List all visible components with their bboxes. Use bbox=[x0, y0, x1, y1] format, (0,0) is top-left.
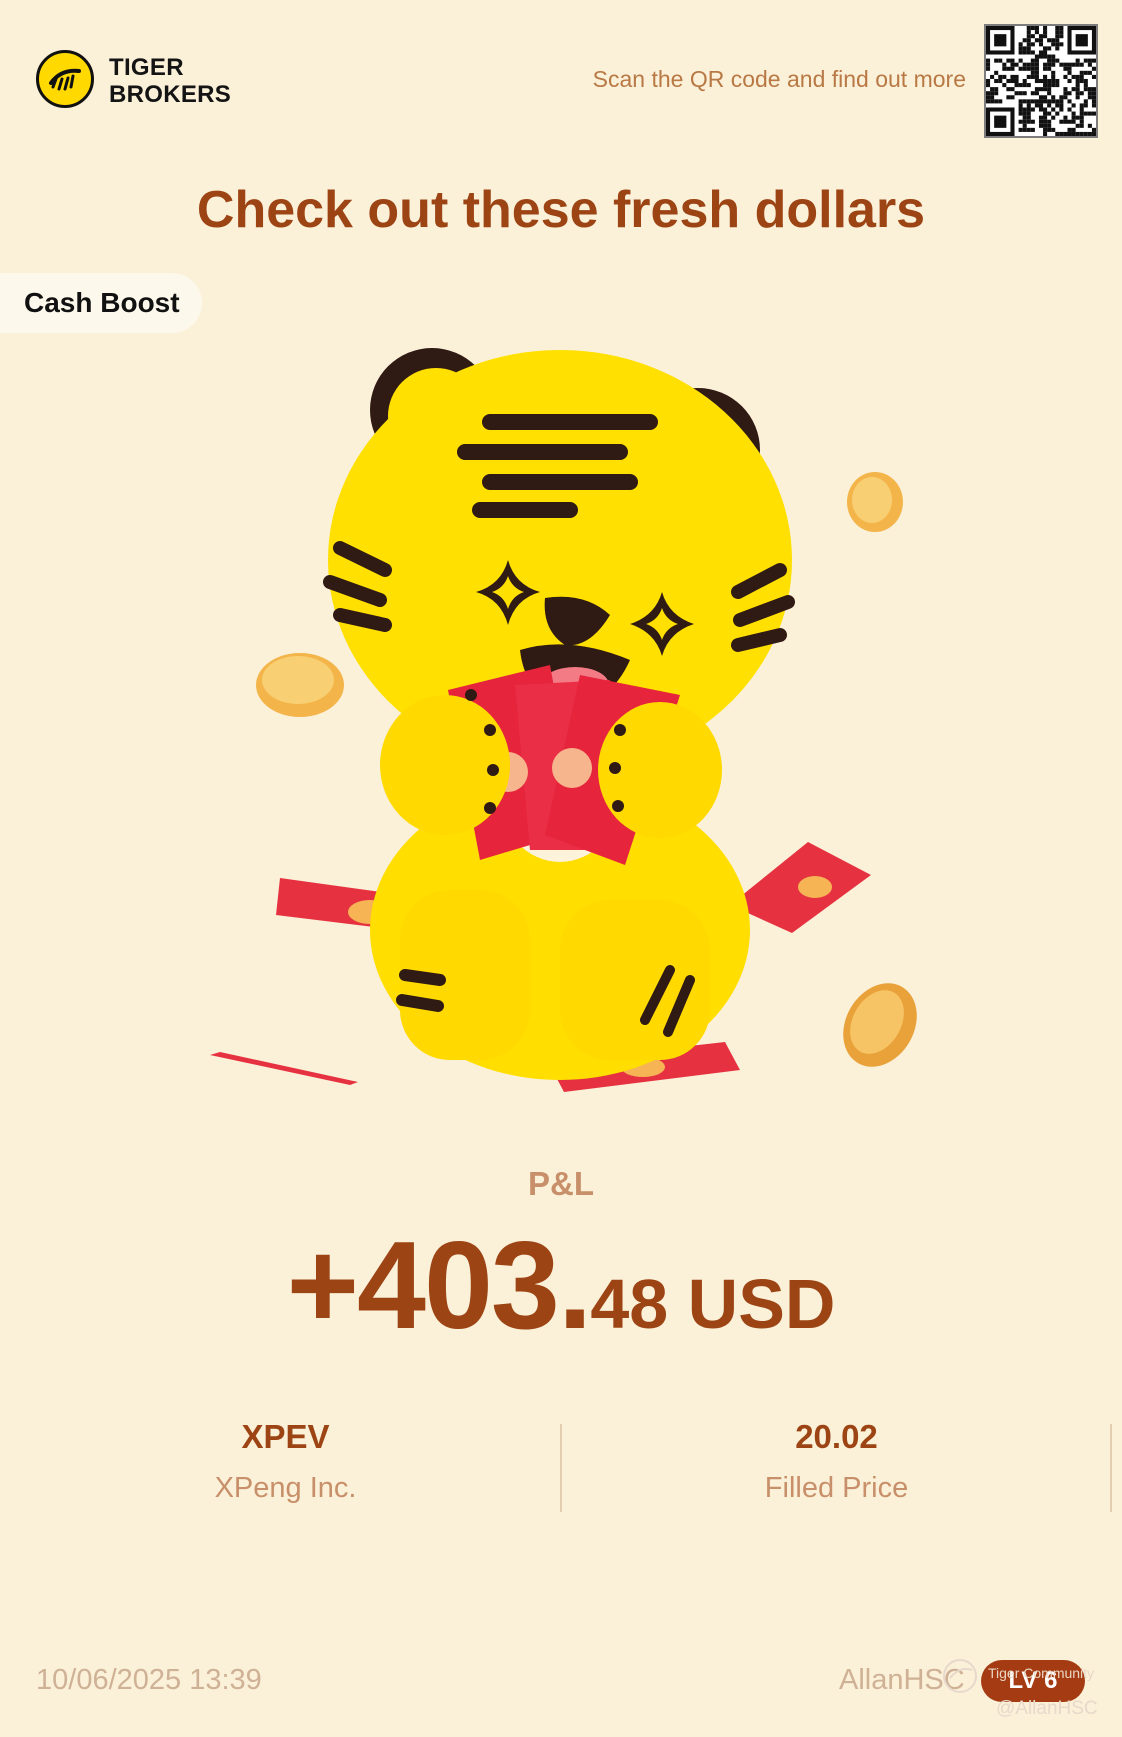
watermark-community: Tiger Community bbox=[988, 1665, 1095, 1681]
brand-name: TIGER BROKERS bbox=[109, 54, 231, 108]
watermark-handle: @AllanHSC bbox=[996, 1698, 1098, 1719]
stock-info: XPEV XPeng Inc. bbox=[5, 1418, 566, 1505]
filled-price-value: 20.02 bbox=[795, 1418, 878, 1455]
column-divider bbox=[1110, 1424, 1112, 1512]
headline: Check out these fresh dollars bbox=[196, 181, 926, 239]
pl-amount: +403.48 USD bbox=[0, 1224, 1122, 1348]
stock-name: XPeng Inc. bbox=[214, 1472, 357, 1504]
filled-price-label: Filled Price bbox=[764, 1472, 909, 1504]
timestamp: 10/06/2025 13:39 bbox=[36, 1664, 262, 1696]
qr-code[interactable] bbox=[984, 24, 1098, 138]
stock-ticker: XPEV bbox=[241, 1418, 330, 1455]
scan-qr-text: Scan the QR code and find out more bbox=[592, 66, 966, 92]
cash-boost-tag: Cash Boost bbox=[0, 273, 202, 333]
price-info: 20.02 Filled Price bbox=[556, 1418, 1117, 1505]
brand-line-2: BROKERS bbox=[109, 81, 232, 108]
tiger-mascot-illustration bbox=[190, 330, 930, 1110]
pl-label: P&L bbox=[528, 1165, 594, 1202]
pl-amount-decimal: 48 USD bbox=[590, 1265, 836, 1343]
watermark-logo-icon bbox=[940, 1656, 984, 1696]
brand-line-1: TIGER bbox=[109, 54, 184, 81]
pl-amount-integer: +403. bbox=[286, 1217, 593, 1355]
tiger-logo-icon bbox=[36, 50, 94, 108]
